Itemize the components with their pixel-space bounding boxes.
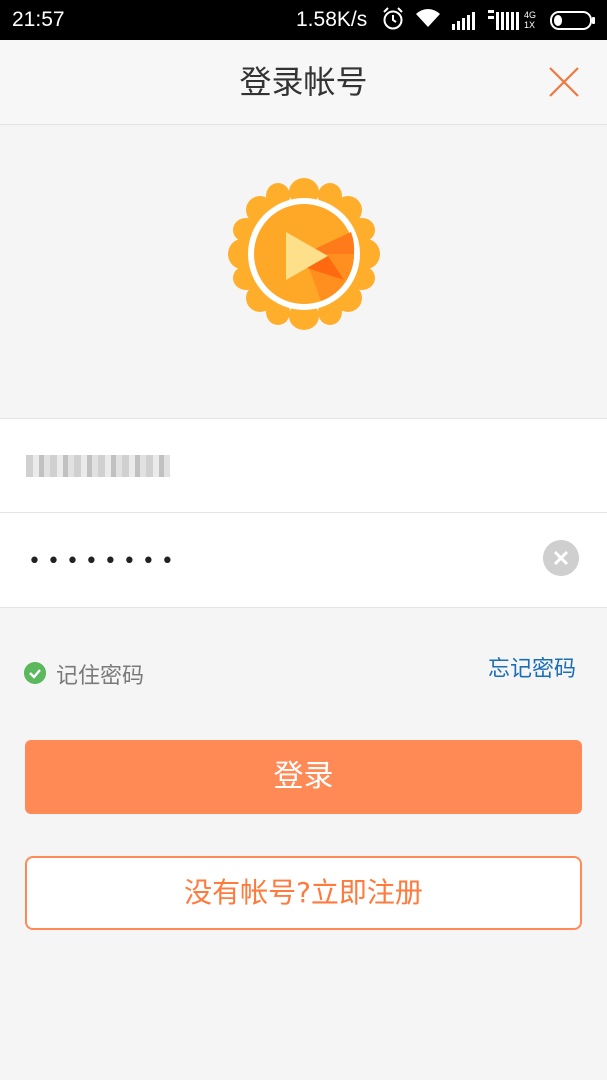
check-circle-icon — [24, 662, 46, 684]
header: 登录帐号 — [0, 40, 607, 125]
status-net-speed: 1.58K/s — [296, 8, 368, 31]
alarm-icon — [383, 7, 403, 30]
battery-icon — [550, 11, 595, 30]
status-bar: 21:57 1.58K/s 4G 1X — [0, 0, 607, 40]
forgot-password-link[interactable]: 忘记密码 — [488, 651, 576, 683]
sunflower-play-logo — [228, 178, 380, 330]
password-field[interactable]: •••••••• — [0, 513, 607, 606]
wifi-icon — [416, 9, 440, 27]
login-button[interactable]: 登录 — [25, 740, 582, 814]
close-icon[interactable] — [540, 62, 588, 102]
network-type-label: 4G 1X — [524, 10, 537, 30]
remember-label: 记住密码 — [56, 664, 145, 689]
username-value-masked — [26, 455, 170, 477]
status-time: 21:57 — [12, 8, 65, 31]
login-form: •••••••• — [0, 418, 607, 608]
username-field[interactable] — [0, 419, 607, 513]
signal-icon — [452, 12, 475, 30]
clear-icon[interactable] — [543, 540, 579, 576]
signal-icon-2 — [488, 10, 519, 30]
page-title: 登录帐号 — [239, 63, 368, 101]
register-button[interactable]: 没有帐号?立即注册 — [25, 856, 582, 930]
password-value: •••••••• — [28, 549, 180, 574]
